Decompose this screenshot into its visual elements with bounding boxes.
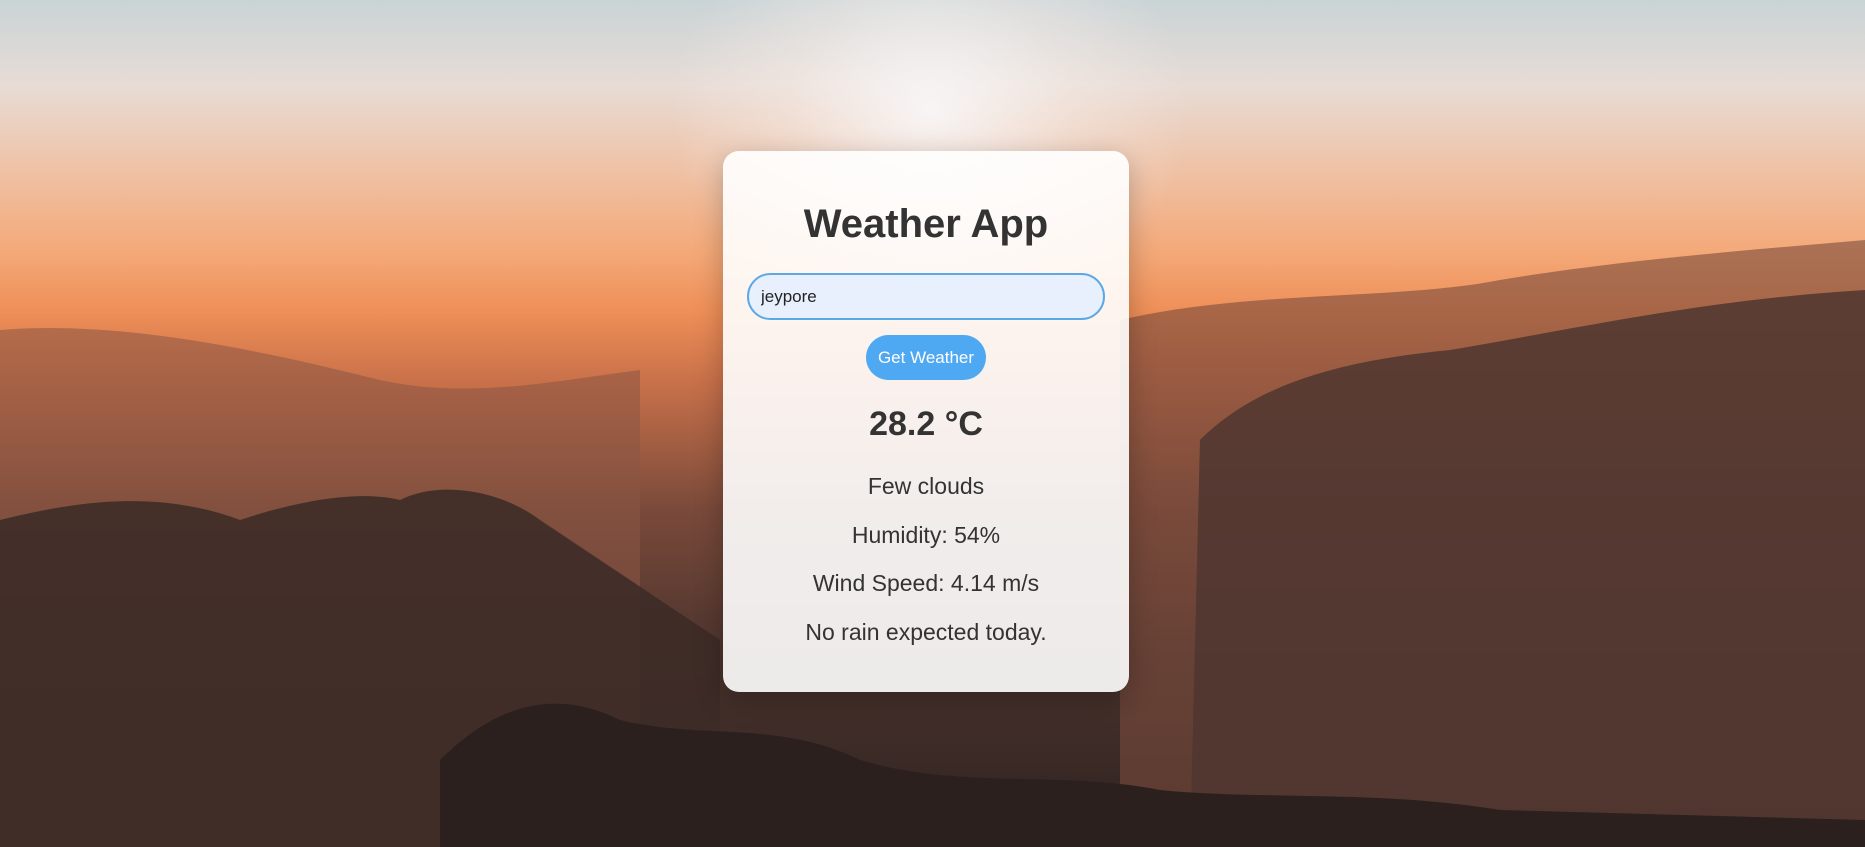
app-title: Weather App bbox=[803, 202, 1049, 246]
humidity-text: Humidity: 54% bbox=[851, 522, 1001, 548]
background-landscape: Weather App Get Weather 28.2 °C Few clou… bbox=[0, 0, 1865, 847]
weather-description: Few clouds bbox=[867, 473, 985, 499]
weather-card: Weather App Get Weather 28.2 °C Few clou… bbox=[723, 151, 1129, 692]
temperature-value: 28.2 °C bbox=[869, 405, 983, 443]
wind-speed-text: Wind Speed: 4.14 m/s bbox=[812, 570, 1040, 596]
city-search-input[interactable] bbox=[747, 273, 1105, 320]
get-weather-button[interactable]: Get Weather bbox=[866, 335, 986, 380]
rain-forecast-text: No rain expected today. bbox=[805, 619, 1047, 645]
